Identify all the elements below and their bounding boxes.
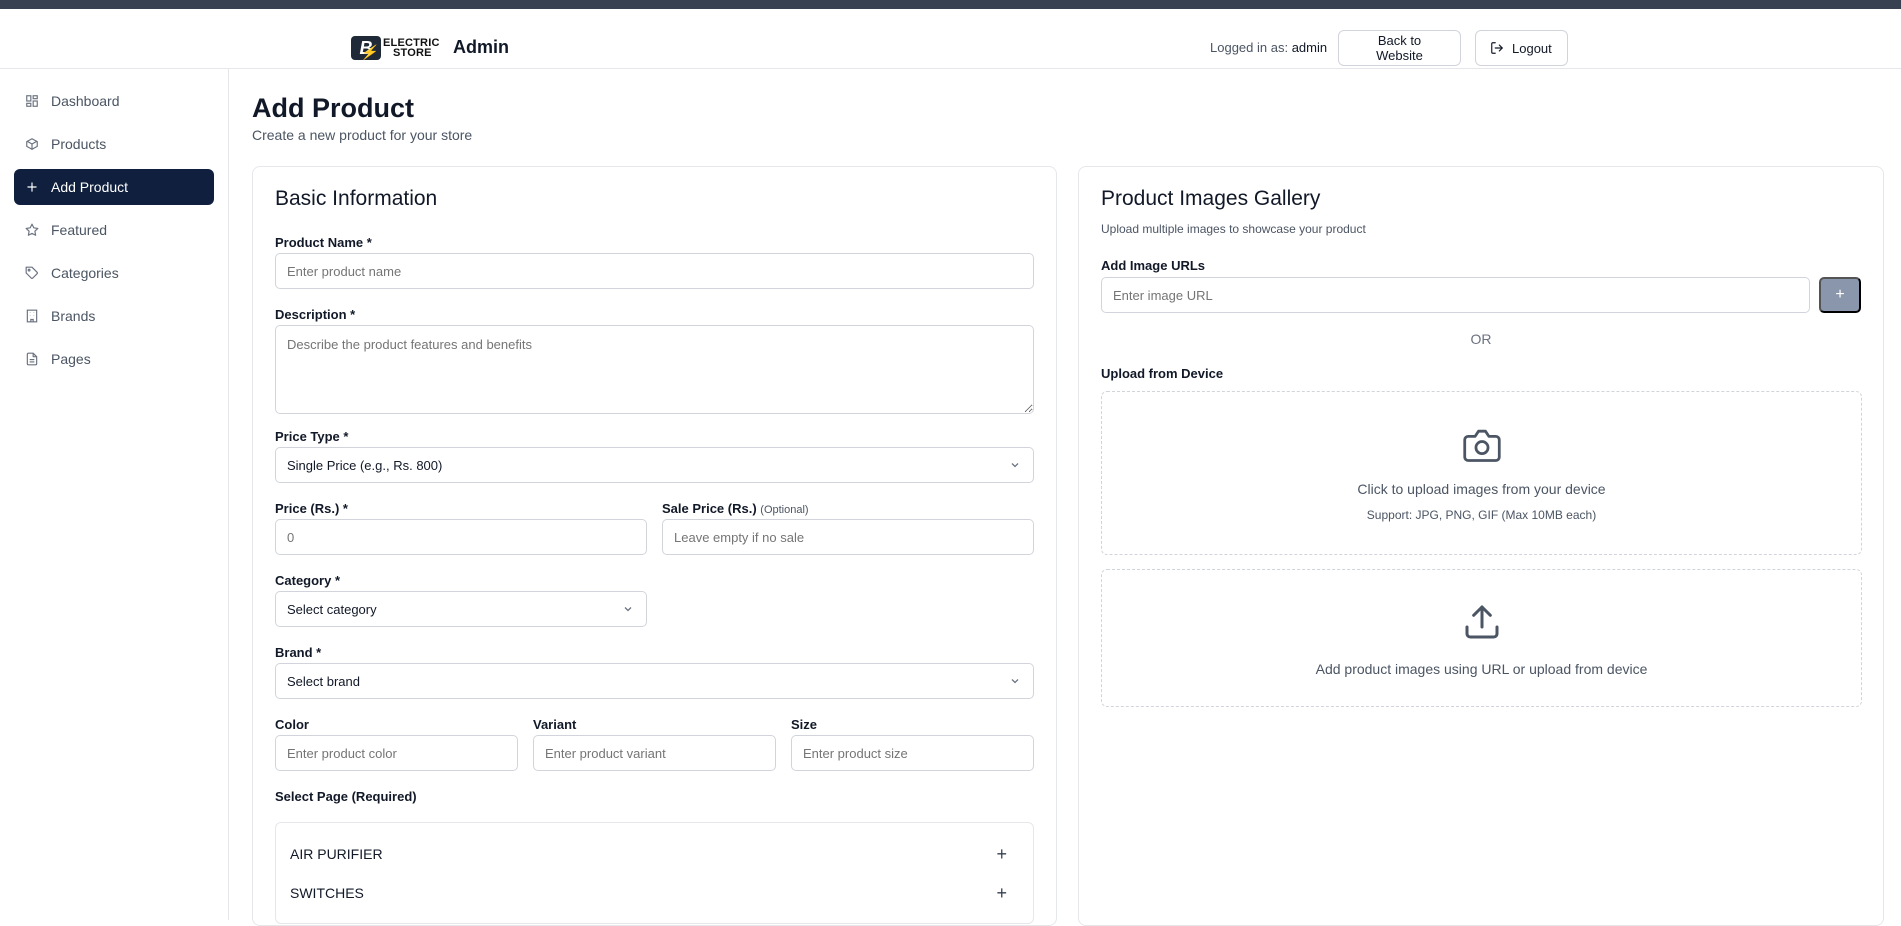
page-option[interactable]: SWITCHES + <box>290 875 1021 911</box>
sidebar-item-featured[interactable]: Featured <box>14 212 214 248</box>
top-strip <box>0 0 1901 9</box>
logout-label: Logout <box>1512 40 1552 56</box>
product-name-input[interactable] <box>275 253 1034 289</box>
page-selector: AIR PURIFIER + SWITCHES + <box>275 822 1034 924</box>
sidebar-item-categories[interactable]: Categories <box>14 255 214 291</box>
upload-support-text: Support: JPG, PNG, GIF (Max 10MB each) <box>1366 508 1597 522</box>
logo-mark-icon: B ⚡ <box>351 36 381 60</box>
sidebar-item-add-product[interactable]: Add Product <box>14 169 214 205</box>
add-image-url-button[interactable]: + <box>1819 277 1861 313</box>
sidebar: Dashboard Products Add Product Featured … <box>0 69 229 920</box>
tag-icon <box>25 266 38 279</box>
chevron-down-icon <box>624 607 632 612</box>
brand-label: Brand * <box>275 645 322 660</box>
select-page-label: Select Page (Required) <box>275 789 417 804</box>
size-label: Size <box>791 717 818 732</box>
camera-icon <box>1462 429 1501 462</box>
star-icon <box>25 223 39 236</box>
price-type-value: Single Price (e.g., Rs. 800) <box>287 457 443 473</box>
price-type-label: Price Type * <box>275 429 349 444</box>
category-label: Category * <box>275 573 341 588</box>
product-images-card: Product Images Gallery Upload multiple i… <box>1078 166 1884 926</box>
page-subtitle: Create a new product for your store <box>252 127 473 143</box>
page-option-label: AIR PURIFIER <box>290 846 383 862</box>
image-url-input[interactable] <box>1101 277 1810 313</box>
store-logo[interactable]: B ⚡ ELECTRIC STORE <box>351 36 440 60</box>
price-type-select[interactable]: Single Price (e.g., Rs. 800) <box>275 447 1034 483</box>
plus-icon[interactable]: + <box>996 844 1007 865</box>
logged-in-status: Logged in as: admin <box>1210 40 1327 55</box>
image-gallery-empty-state: Add product images using URL or upload f… <box>1101 569 1862 707</box>
app-header: B ⚡ ELECTRIC STORE Admin Logged in as: ad… <box>0 9 1901 69</box>
building-icon <box>26 309 38 323</box>
optional-tag: (Optional) <box>760 504 809 516</box>
category-select[interactable]: Select category <box>275 591 647 627</box>
sidebar-item-pages[interactable]: Pages <box>14 341 214 377</box>
description-textarea[interactable] <box>275 325 1034 414</box>
page-title: Add Product <box>252 93 414 123</box>
page-option-label: SWITCHES <box>290 885 364 901</box>
file-icon <box>26 352 38 366</box>
logout-icon <box>1491 42 1503 54</box>
sidebar-item-products[interactable]: Products <box>14 126 214 162</box>
sidebar-item-label: Featured <box>51 222 108 238</box>
upload-instruction: Click to upload images from your device <box>1357 481 1606 497</box>
package-icon <box>26 138 38 150</box>
sidebar-item-brands[interactable]: Brands <box>14 298 214 334</box>
upload-dropzone[interactable]: Click to upload images from your device … <box>1101 391 1862 555</box>
admin-title: Admin <box>453 37 509 57</box>
logged-in-user: admin <box>1291 40 1328 55</box>
variant-label: Variant <box>533 717 577 732</box>
main-content: Add Product Create a new product for you… <box>230 69 1901 926</box>
basic-information-title: Basic Information <box>275 187 438 210</box>
color-input[interactable] <box>275 735 518 771</box>
sidebar-item-label: Categories <box>51 265 119 281</box>
brand-value: Select brand <box>287 673 360 689</box>
chevron-down-icon <box>1011 463 1019 468</box>
price-input[interactable] <box>275 519 647 555</box>
upload-from-device-label: Upload from Device <box>1101 366 1224 381</box>
page-option[interactable]: AIR PURIFIER + <box>290 836 1021 872</box>
price-label: Price (Rs.) * <box>275 501 348 516</box>
description-label: Description * <box>275 307 356 322</box>
variant-input[interactable] <box>533 735 776 771</box>
sidebar-item-label: Products <box>51 136 107 152</box>
gallery-title: Product Images Gallery <box>1101 187 1321 210</box>
basic-information-card: Basic Information Product Name * Descrip… <box>252 166 1057 926</box>
dashboard-icon <box>26 95 38 107</box>
logout-button[interactable]: Logout <box>1475 30 1568 66</box>
product-name-label: Product Name * <box>275 235 372 250</box>
size-input[interactable] <box>791 735 1034 771</box>
logo-text-bottom: STORE <box>393 47 432 59</box>
upload-icon <box>1465 605 1498 639</box>
brand-select[interactable]: Select brand <box>275 663 1034 699</box>
sidebar-item-label: Dashboard <box>51 93 120 109</box>
chevron-down-icon <box>1011 679 1019 684</box>
empty-state-text: Add product images using URL or upload f… <box>1315 661 1648 677</box>
sidebar-item-dashboard[interactable]: Dashboard <box>14 83 214 119</box>
gallery-subtitle: Upload multiple images to showcase your … <box>1101 222 1366 236</box>
add-image-urls-label: Add Image URLs <box>1101 258 1206 273</box>
sidebar-item-label: Brands <box>51 308 96 324</box>
logged-in-prefix: Logged in as: <box>1210 40 1289 55</box>
plus-icon <box>27 182 37 192</box>
or-divider: OR <box>1470 331 1492 347</box>
sale-price-label: Sale Price (Rs.) (Optional) <box>662 501 809 516</box>
category-value: Select category <box>287 601 377 617</box>
sale-price-input[interactable] <box>662 519 1034 555</box>
sidebar-item-label: Add Product <box>51 179 129 195</box>
color-label: Color <box>275 717 309 732</box>
back-to-website-button[interactable]: Back to Website <box>1338 30 1461 66</box>
plus-icon[interactable]: + <box>996 883 1007 904</box>
sidebar-item-label: Pages <box>51 351 91 367</box>
